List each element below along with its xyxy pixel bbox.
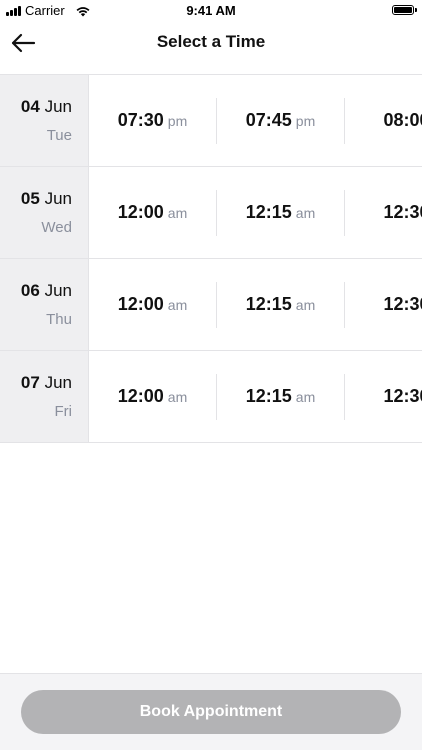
date-cell: 04 Jun Tue bbox=[0, 75, 89, 166]
time-slot[interactable]: 12:15 am bbox=[217, 259, 344, 350]
day-row: 04 Jun Tue 07:30 pm 07:45 pm 08:00 bbox=[0, 75, 422, 167]
day-row: 06 Jun Thu 12:00 am 12:15 am 12:30 bbox=[0, 259, 422, 351]
slot-time: 12:15 bbox=[245, 202, 292, 222]
status-bar: Carrier 9:41 AM bbox=[0, 0, 422, 22]
slot-time: 12:00 bbox=[117, 202, 164, 222]
date-day: 04 bbox=[20, 97, 40, 116]
date-month: Jun bbox=[44, 373, 72, 392]
date-weekday: Wed bbox=[41, 219, 72, 236]
date-weekday: Thu bbox=[46, 311, 72, 328]
slot-meridiem: pm bbox=[167, 112, 188, 129]
time-slot[interactable]: 12:00 am bbox=[89, 167, 216, 258]
date-weekday: Fri bbox=[54, 403, 73, 420]
date-label: 05 Jun bbox=[21, 189, 72, 209]
time-slot[interactable]: 12:00 am bbox=[89, 351, 216, 442]
date-day: 05 bbox=[20, 189, 40, 208]
time-slot[interactable]: 12:30 bbox=[345, 259, 422, 350]
battery-icon bbox=[392, 5, 417, 15]
book-appointment-button[interactable]: Book Appointment bbox=[21, 690, 401, 734]
slot-meridiem: am bbox=[295, 204, 316, 221]
time-slot[interactable]: 07:45 pm bbox=[217, 75, 344, 166]
time-slot-list[interactable]: 07:30 pm 07:45 pm 08:00 bbox=[89, 75, 422, 166]
slot-meridiem: am bbox=[167, 388, 188, 405]
slot-meridiem: am bbox=[295, 388, 316, 405]
date-cell: 05 Jun Wed bbox=[0, 167, 89, 258]
time-slot[interactable]: 08:00 bbox=[345, 75, 422, 166]
date-label: 06 Jun bbox=[21, 281, 72, 301]
date-label: 07 Jun bbox=[21, 373, 72, 393]
slot-time: 07:45 bbox=[245, 110, 292, 130]
date-weekday: Tue bbox=[46, 127, 72, 144]
time-slot[interactable]: 12:15 am bbox=[217, 351, 344, 442]
navigation-bar: Select a Time bbox=[0, 22, 422, 74]
slot-time: 12:30 bbox=[383, 202, 422, 222]
date-month: Jun bbox=[44, 281, 72, 300]
day-row: 07 Jun Fri 12:00 am 12:15 am 12:30 bbox=[0, 351, 422, 443]
day-row: 05 Jun Wed 12:00 am 12:15 am 12:30 bbox=[0, 167, 422, 259]
date-cell: 07 Jun Fri bbox=[0, 351, 89, 442]
time-selection-screen: Carrier 9:41 AM Select a Time 04 Jun Tue… bbox=[0, 0, 422, 750]
slot-time: 12:00 bbox=[117, 294, 164, 314]
slot-time: 08:00 bbox=[383, 110, 422, 130]
date-month: Jun bbox=[44, 97, 72, 116]
bottom-action-bar: Book Appointment bbox=[0, 673, 422, 750]
slot-time: 07:30 bbox=[117, 110, 164, 130]
page-title: Select a Time bbox=[156, 32, 266, 51]
time-slot[interactable]: 12:15 am bbox=[217, 167, 344, 258]
slot-meridiem: am bbox=[295, 296, 316, 313]
time-slot-list[interactable]: 12:00 am 12:15 am 12:30 bbox=[89, 259, 422, 350]
slot-time: 12:00 bbox=[117, 386, 164, 406]
slot-meridiem: pm bbox=[295, 112, 316, 129]
slot-meridiem: am bbox=[167, 204, 188, 221]
status-time: 9:41 AM bbox=[186, 3, 236, 18]
slot-time: 12:15 bbox=[245, 294, 292, 314]
time-slot-list[interactable]: 12:00 am 12:15 am 12:30 bbox=[89, 167, 422, 258]
slot-time: 12:30 bbox=[383, 294, 422, 314]
time-slot[interactable]: 07:30 pm bbox=[89, 75, 216, 166]
slot-time: 12:30 bbox=[383, 386, 422, 406]
time-slot[interactable]: 12:00 am bbox=[89, 259, 216, 350]
date-cell: 06 Jun Thu bbox=[0, 259, 89, 350]
slot-time: 12:15 bbox=[245, 386, 292, 406]
time-slot-list[interactable]: 12:00 am 12:15 am 12:30 bbox=[89, 351, 422, 442]
time-slot[interactable]: 12:30 bbox=[345, 167, 422, 258]
date-label: 04 Jun bbox=[21, 97, 72, 117]
schedule-grid: 04 Jun Tue 07:30 pm 07:45 pm 08:0 05 Jun… bbox=[0, 74, 422, 443]
time-slot[interactable]: 12:30 bbox=[345, 351, 422, 442]
date-month: Jun bbox=[44, 189, 72, 208]
slot-meridiem: am bbox=[167, 296, 188, 313]
date-day: 06 bbox=[20, 281, 40, 300]
date-day: 07 bbox=[20, 373, 40, 392]
